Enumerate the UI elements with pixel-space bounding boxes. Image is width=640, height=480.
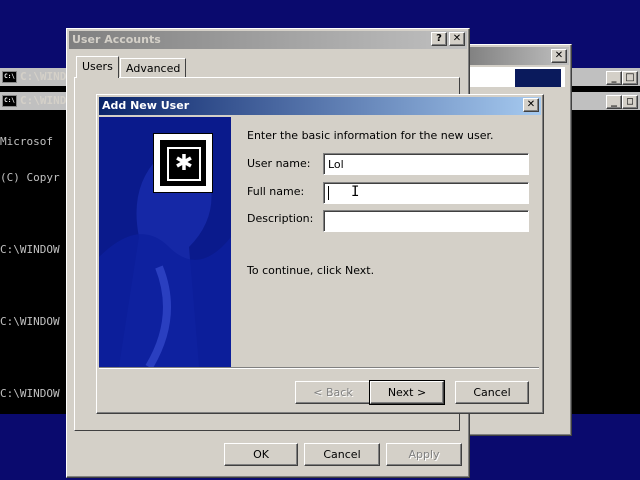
back-button-label: < Back [313,386,353,399]
apply-button[interactable]: Apply [386,443,462,466]
console-line: C:\WINDOW [0,315,60,328]
console-output: Microsof (C) Copyr C:\WINDOW C:\WINDOW C… [0,112,60,424]
add-user-icon: ✱ [153,133,213,193]
username-input[interactable] [323,153,529,175]
text-cursor [328,186,329,200]
command-prompt-icon: C:\ [2,71,17,83]
background-close-button[interactable]: ✕ [551,49,567,63]
ibeam-cursor-icon: I [351,184,360,200]
user-accounts-titlebar[interactable]: User Accounts [69,31,467,49]
console-line: C:\WINDOW [0,243,60,256]
printer-icon [515,69,561,87]
fullname-label: Full name: [247,185,305,198]
tab-users-label: Users [82,60,113,73]
console-line: C:\WINDOW [0,387,60,400]
wizard-divider [99,367,539,369]
console-maximize-button[interactable]: □ [622,71,638,85]
wizard-intro-text: Enter the basic information for the new … [247,129,494,142]
wizard-cancel-button-label: Cancel [473,386,511,399]
help-button[interactable]: ? [431,32,447,46]
add-new-user-dialog[interactable]: Add New User ✕ ✱ Enter the basic informa… [96,94,544,414]
username-label: User name: [247,157,311,170]
wizard-close-button[interactable]: ✕ [523,98,539,112]
wizard-title: Add New User [102,99,190,112]
console-line: (C) Copyr [0,171,60,184]
back-button[interactable]: < Back [295,381,371,404]
tab-advanced-label: Advanced [126,62,181,75]
console-minimize-button[interactable]: _ [606,71,622,85]
user-accounts-title: User Accounts [72,33,161,46]
description-input[interactable] [323,210,529,232]
wizard-cancel-button[interactable]: Cancel [455,381,529,404]
command-prompt-icon: C:\ [2,95,17,107]
wizard-titlebar[interactable]: Add New User [99,97,541,115]
description-label: Description: [247,212,314,225]
cancel-button-label: Cancel [323,448,361,461]
wizard-banner: ✱ [99,117,231,367]
continue-text: To continue, click Next. [247,264,375,277]
console-minimize-button[interactable]: _ [606,95,622,109]
tab-advanced[interactable]: Advanced [120,58,187,78]
next-button-label: Next > [387,386,427,399]
tab-users[interactable]: Users [76,56,119,78]
console-maximize-button[interactable]: □ [622,95,638,109]
console-line: Microsof [0,135,53,148]
cancel-button[interactable]: Cancel [304,443,380,466]
close-button[interactable]: ✕ [449,32,465,46]
ok-button[interactable]: OK [224,443,298,466]
apply-button-label: Apply [408,448,440,461]
ok-button-label: OK [253,448,269,461]
next-button[interactable]: Next > [369,380,445,405]
